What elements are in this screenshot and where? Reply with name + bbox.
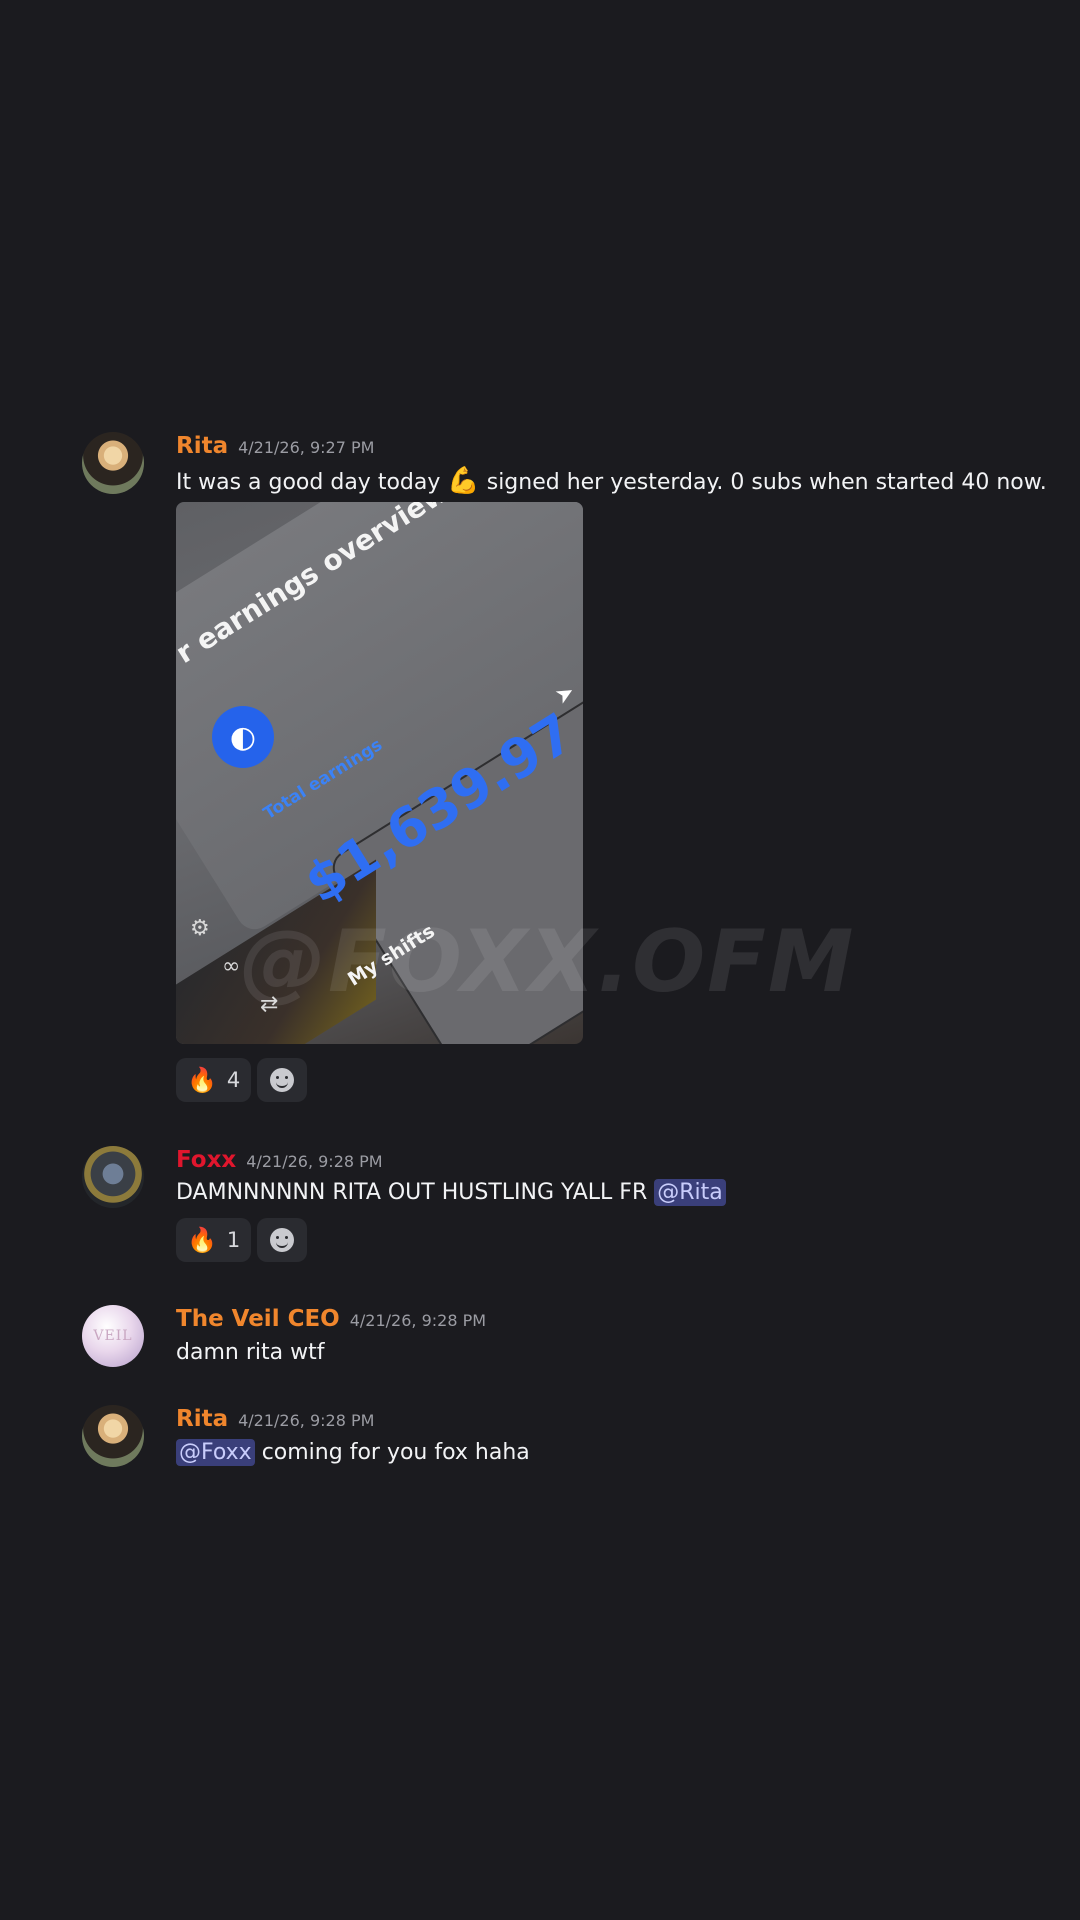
message-header: Rita 4/21/26, 9:27 PM [176,433,374,459]
message-header: Foxx 4/21/26, 9:28 PM [176,1147,383,1173]
reaction-fire[interactable]: 🔥 1 [176,1218,252,1262]
message-header: The Veil CEO 4/21/26, 9:28 PM [176,1306,486,1332]
add-reaction-button[interactable] [257,1058,308,1102]
watermark: @FOXX.OFM [240,912,856,1012]
timestamp: 4/21/26, 9:28 PM [246,1152,383,1171]
app-logo-icon: ◐ [212,706,274,768]
reaction-fire[interactable]: 🔥 4 [176,1058,252,1102]
reaction-bar: 🔥 4 [176,1058,308,1102]
add-reaction-button[interactable] [257,1218,308,1262]
user-mention[interactable]: @Rita [654,1179,726,1206]
message-text: @Foxx coming for you fox haha [176,1439,530,1466]
settings-icon: ⚙ [190,916,210,941]
fire-emoji: 🔥 [187,1226,217,1254]
author-name[interactable]: Foxx [176,1147,236,1173]
message-text: damn rita wtf [176,1340,325,1365]
flexed-biceps-emoji: 💪 [447,466,480,496]
author-name[interactable]: Rita [176,1406,228,1432]
avatar[interactable] [82,1146,144,1208]
author-name[interactable]: Rita [176,433,228,459]
fire-emoji: 🔥 [187,1066,217,1094]
message-text-part: coming for you fox haha [254,1440,530,1465]
smile-icon [270,1068,295,1092]
avatar-text: VEIL [93,1328,133,1344]
author-name[interactable]: The Veil CEO [176,1306,340,1332]
message-text-part: DAMNNNNNN RITA OUT HUSTLING YALL FR [176,1180,655,1205]
reaction-bar: 🔥 1 [176,1218,308,1262]
avatar[interactable] [82,432,144,494]
timestamp: 4/21/26, 9:28 PM [349,1311,487,1330]
avatar[interactable]: VEIL [82,1305,144,1367]
timestamp: 4/21/26, 9:27 PM [238,438,375,457]
message-header: Rita 4/21/26, 9:28 PM [176,1406,374,1432]
user-mention[interactable]: @Foxx [176,1439,255,1466]
timestamp: 4/21/26, 9:28 PM [238,1411,375,1430]
message-text: It was a good day today 💪 signed her yes… [176,466,1047,496]
link-icon: ∞ [222,954,241,979]
avatar[interactable] [82,1405,144,1467]
message-text-part: signed her yesterday. 0 subs when starte… [479,470,1047,495]
reaction-count: 4 [226,1068,241,1092]
message-text-part: It was a good day today [176,470,448,495]
smile-icon [270,1228,295,1252]
reaction-count: 1 [226,1228,241,1252]
message-text: DAMNNNNNN RITA OUT HUSTLING YALL FR @Rit… [176,1179,726,1206]
